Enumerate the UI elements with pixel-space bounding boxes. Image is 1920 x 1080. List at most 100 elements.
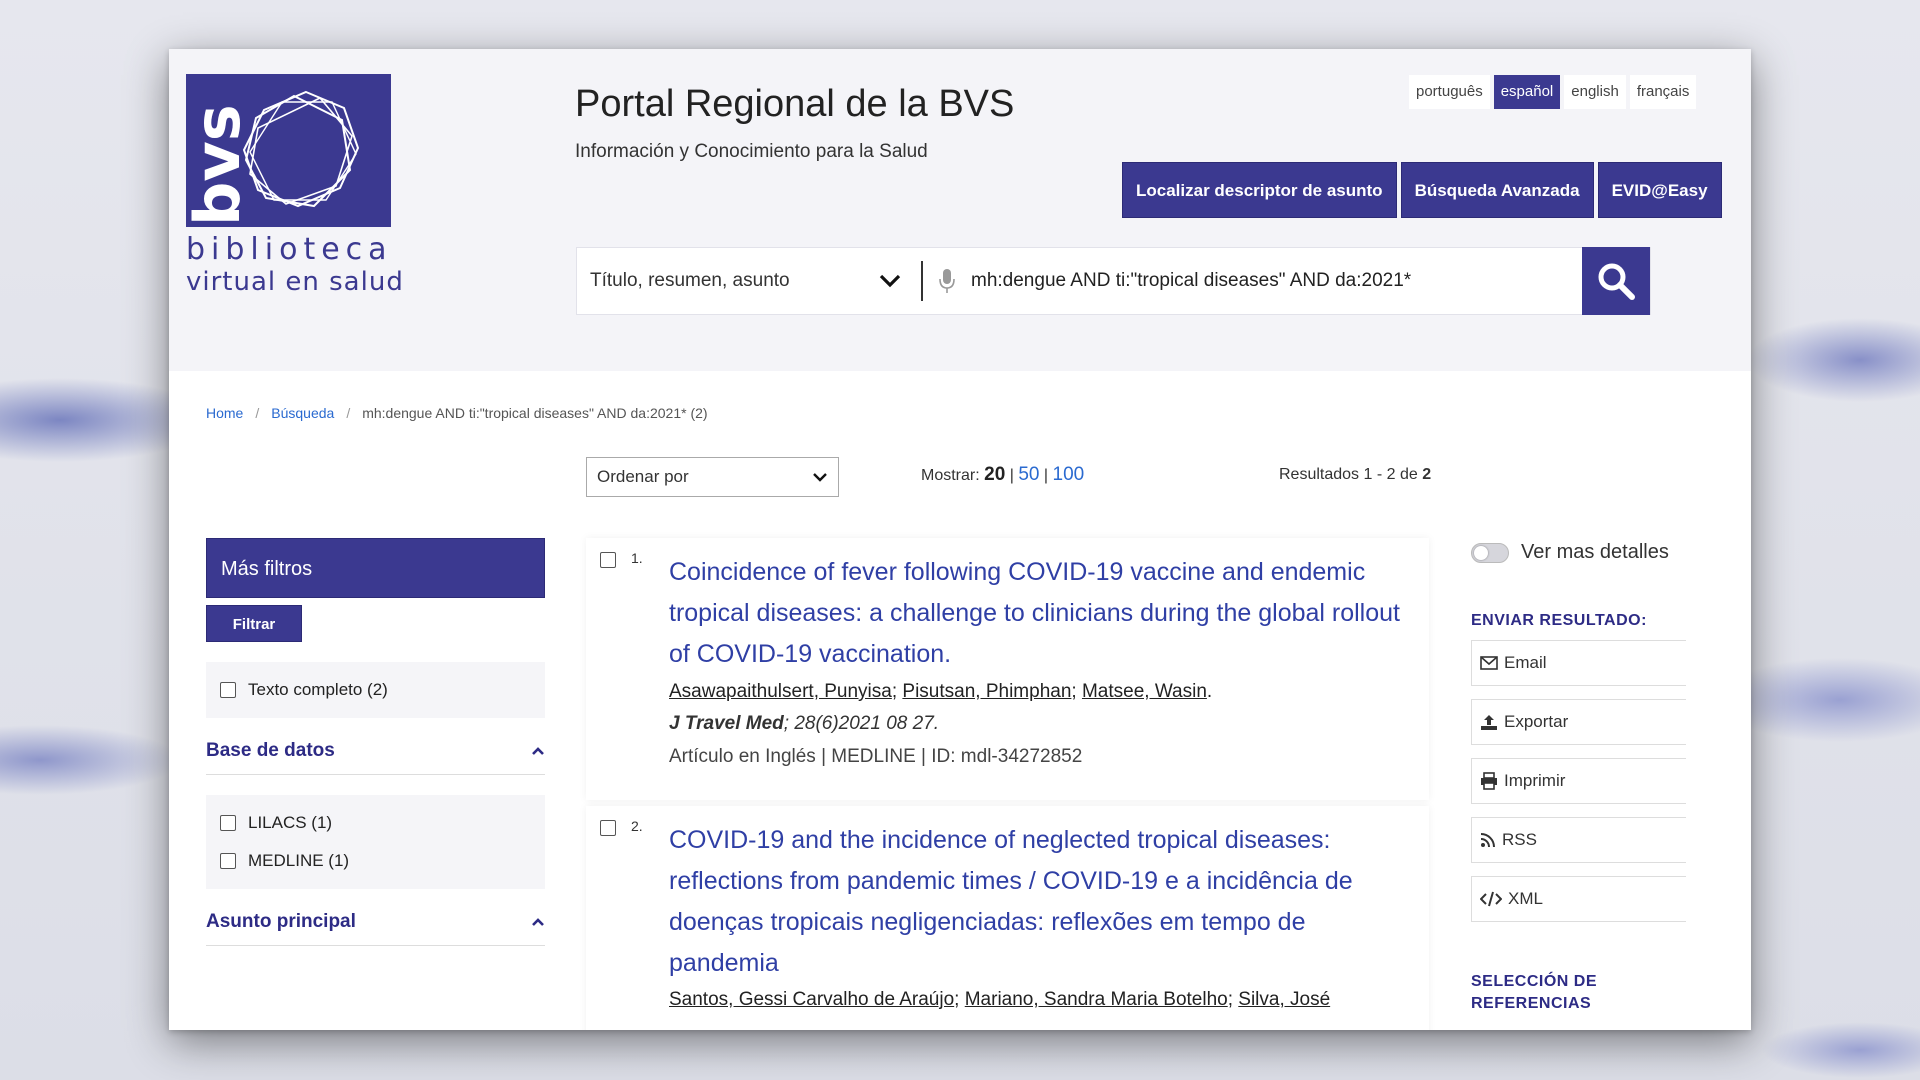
- author-link[interactable]: Mariano, Sandra Maria Botelho: [965, 989, 1228, 1010]
- fulltext-label: Texto completo (2): [248, 680, 388, 699]
- search-icon: [1598, 263, 1635, 300]
- lang-english[interactable]: english: [1564, 75, 1626, 109]
- logo-geometric-icon: [242, 90, 360, 208]
- details-toggle[interactable]: [1471, 542, 1509, 563]
- envelope-icon: [1480, 656, 1498, 670]
- journal-citation: ; 28(6)2021 08 27.: [783, 713, 940, 734]
- print-label: Imprimir: [1504, 771, 1566, 790]
- breadcrumb-separator: /: [346, 405, 351, 421]
- lilacs-checkbox[interactable]: [220, 815, 236, 831]
- result-authors: Santos, Gessi Carvalho de Araújo; Marian…: [669, 989, 1331, 1010]
- reference-selection-title: SELECCIÓN DE REFERENCIAS: [1471, 973, 1598, 1012]
- send-results-title: ENVIAR RESULTADO:: [1471, 612, 1647, 629]
- send-results-list: Email Exportar Imprimir RSS XML: [1471, 640, 1686, 935]
- result-checkbox[interactable]: [600, 820, 616, 836]
- show-separator: |: [1009, 467, 1014, 484]
- evid-easy-button[interactable]: EVID@Easy: [1597, 162, 1722, 218]
- author-link[interactable]: Santos, Gessi Carvalho de Araújo: [669, 989, 954, 1010]
- logo-box: bvs: [181, 74, 391, 227]
- header-nav: Localizar descriptor de asunto Búsqueda …: [1122, 162, 1722, 218]
- show-option-50[interactable]: 50: [1018, 464, 1039, 485]
- database-facet-title: Base de datos: [206, 740, 335, 761]
- result-item: 2. COVID-19 and the incidence of neglect…: [586, 806, 1429, 1030]
- rss-label: RSS: [1502, 830, 1537, 849]
- lang-portugues[interactable]: português: [1409, 75, 1490, 109]
- logo-line-1: biblioteca: [186, 232, 393, 267]
- xml-label: XML: [1508, 889, 1543, 908]
- result-journal: J Travel Med; 28(6)2021 08 27.: [669, 713, 939, 735]
- show-option-20[interactable]: 20: [984, 464, 1005, 485]
- result-checkbox[interactable]: [600, 552, 616, 568]
- more-filters-button[interactable]: Más filtros: [206, 538, 545, 598]
- chevron-down-icon: [879, 274, 901, 288]
- filters-sidebar: Más filtros Filtrar Texto completo (2) B…: [206, 538, 545, 946]
- breadcrumb-home[interactable]: Home: [206, 405, 243, 421]
- fulltext-filter: Texto completo (2): [206, 662, 545, 718]
- results-count: Resultados 1 - 2 de 2: [1279, 466, 1431, 484]
- lang-francais[interactable]: français: [1629, 75, 1697, 109]
- site-header: bvs biblioteca virtual en salud Portal R…: [169, 49, 1751, 371]
- browser-page: bvs biblioteca virtual en salud Portal R…: [169, 49, 1751, 1030]
- order-by-select[interactable]: Ordenar por: [586, 457, 839, 497]
- result-meta: Artículo en Inglés | MEDLINE | ID: mdl-3…: [669, 746, 1083, 767]
- lang-espanol[interactable]: español: [1493, 75, 1561, 109]
- code-icon: [1480, 891, 1502, 907]
- advanced-search-button[interactable]: Búsqueda Avanzada: [1400, 162, 1594, 218]
- result-number: 1.: [631, 550, 643, 566]
- chevron-up-icon: [532, 747, 544, 755]
- result-title-link[interactable]: COVID-19 and the incidence of neglected …: [669, 820, 1409, 984]
- search-bar: Título, resumen, asunto: [576, 247, 1651, 315]
- search-button[interactable]: [1582, 247, 1650, 315]
- database-option-lilacs[interactable]: LILACS (1): [220, 813, 531, 833]
- show-count: Mostrar: 20 | 50 | 100: [921, 464, 1084, 486]
- send-email-label: Email: [1504, 653, 1547, 672]
- search-input[interactable]: [971, 248, 1582, 314]
- subject-facet-title: Asunto principal: [206, 911, 356, 932]
- results-total: 2: [1422, 466, 1432, 483]
- show-label: Mostrar:: [921, 467, 980, 484]
- print-button[interactable]: Imprimir: [1471, 758, 1686, 804]
- breadcrumb-search[interactable]: Búsqueda: [271, 405, 334, 421]
- database-option-medline[interactable]: MEDLINE (1): [220, 851, 531, 871]
- medline-label: MEDLINE (1): [248, 851, 350, 870]
- results-label: Resultados 1 - 2 de: [1279, 466, 1418, 483]
- breadcrumb-current: mh:dengue AND ti:"tropical diseases" AND…: [362, 405, 708, 421]
- filter-button[interactable]: Filtrar: [206, 605, 302, 642]
- chevron-down-icon: [813, 473, 827, 482]
- author-link[interactable]: Matsee, Wasin: [1082, 681, 1207, 702]
- microphone-icon[interactable]: [923, 268, 971, 294]
- result-title-link[interactable]: Coincidence of fever following COVID-19 …: [669, 552, 1409, 675]
- rss-icon: [1480, 833, 1495, 848]
- export-label: Exportar: [1504, 712, 1569, 731]
- rss-button[interactable]: RSS: [1471, 817, 1686, 863]
- bvs-logo[interactable]: bvs biblioteca virtual en salud: [181, 74, 404, 304]
- xml-button[interactable]: XML: [1471, 876, 1686, 922]
- medline-checkbox[interactable]: [220, 853, 236, 869]
- lilacs-label: LILACS (1): [248, 813, 333, 832]
- fulltext-checkbox[interactable]: [220, 682, 236, 698]
- show-option-100[interactable]: 100: [1053, 464, 1085, 485]
- author-link[interactable]: Pisutsan, Phimphan: [902, 681, 1071, 702]
- printer-icon: [1481, 772, 1497, 790]
- chevron-up-icon: [532, 918, 544, 926]
- search-field-select[interactable]: Título, resumen, asunto: [577, 248, 921, 314]
- export-button[interactable]: Exportar: [1471, 699, 1686, 745]
- show-separator: |: [1043, 467, 1049, 484]
- send-email-button[interactable]: Email: [1471, 640, 1686, 686]
- search-field-value: Título, resumen, asunto: [590, 270, 790, 291]
- details-toggle-row[interactable]: Ver mas detalles: [1471, 541, 1669, 564]
- result-authors: Asawapaithulsert, Punyisa; Pisutsan, Phi…: [669, 681, 1213, 702]
- descriptor-locator-button[interactable]: Localizar descriptor de asunto: [1122, 162, 1397, 218]
- result-item: 1. Coincidence of fever following COVID-…: [586, 538, 1429, 800]
- fulltext-option[interactable]: Texto completo (2): [220, 680, 531, 700]
- journal-name: J Travel Med: [669, 713, 784, 734]
- result-number: 2.: [631, 818, 643, 834]
- breadcrumb-separator: /: [255, 405, 260, 421]
- upload-icon: [1481, 715, 1497, 730]
- subject-facet-header[interactable]: Asunto principal: [206, 911, 545, 946]
- author-link[interactable]: Silva, José: [1238, 989, 1330, 1010]
- author-link[interactable]: Asawapaithulsert, Punyisa: [669, 681, 892, 702]
- site-subtitle: Información y Conocimiento para la Salud: [575, 141, 928, 162]
- logo-line-2: virtual en salud: [186, 267, 404, 297]
- database-facet-header[interactable]: Base de datos: [206, 740, 545, 775]
